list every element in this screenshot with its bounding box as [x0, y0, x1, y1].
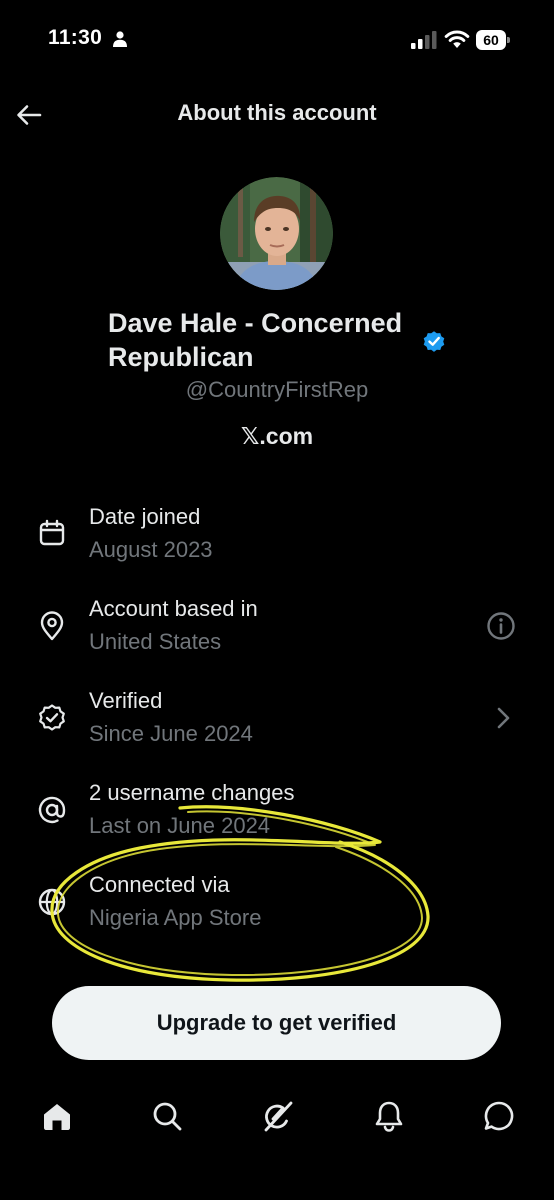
handle: @CountryFirstRep [185, 377, 369, 402]
row-title: Verified [89, 688, 163, 713]
at-sign-icon [38, 796, 66, 824]
info-row-date-joined: Date joined August 2023 [0, 500, 554, 570]
row-subtitle: Last on June 2024 [89, 813, 271, 838]
cellular-signal-icon [411, 31, 437, 49]
person-icon [113, 31, 127, 47]
notifications-bell-icon[interactable] [372, 1099, 406, 1133]
home-icon[interactable] [40, 1099, 74, 1133]
platform-label: 𝕏.com [240, 423, 314, 449]
status-time: 11:30 [48, 26, 103, 49]
info-row-username-changes: 2 username changes Last on June 2024 [0, 776, 554, 846]
avatar[interactable] [220, 177, 333, 290]
battery-level: 60 [476, 30, 506, 50]
chevron-right-icon[interactable] [487, 702, 519, 734]
calendar-icon [39, 519, 65, 546]
wifi-icon [444, 30, 470, 48]
info-row-connected-via: Connected via Nigeria App Store [0, 868, 554, 938]
verified-outline-icon [39, 704, 65, 731]
location-pin-icon [40, 611, 64, 641]
messages-icon[interactable] [482, 1099, 516, 1133]
row-title: Account based in [89, 596, 258, 621]
row-subtitle: August 2023 [89, 537, 213, 562]
page-title: About this account [177, 100, 377, 125]
upgrade-button[interactable]: Upgrade to get verified [52, 986, 501, 1060]
info-row-account-based-in: Account based in United States [0, 592, 554, 662]
row-subtitle: United States [89, 629, 222, 654]
search-icon[interactable] [150, 1099, 184, 1133]
row-subtitle: Nigeria App Store [89, 905, 262, 930]
row-title: Date joined [89, 504, 201, 529]
info-row-verified[interactable]: Verified Since June 2024 [0, 684, 554, 754]
info-icon[interactable] [485, 610, 517, 642]
row-title: 2 username changes [89, 780, 295, 805]
row-title: Connected via [89, 872, 230, 897]
battery-icon: 60 [476, 30, 510, 50]
verified-badge-icon[interactable] [421, 328, 447, 354]
globe-icon [38, 888, 66, 916]
grok-icon[interactable] [261, 1099, 295, 1133]
row-subtitle: Since June 2024 [89, 721, 253, 746]
display-name: Dave Hale - Concerned Republican [108, 308, 403, 372]
